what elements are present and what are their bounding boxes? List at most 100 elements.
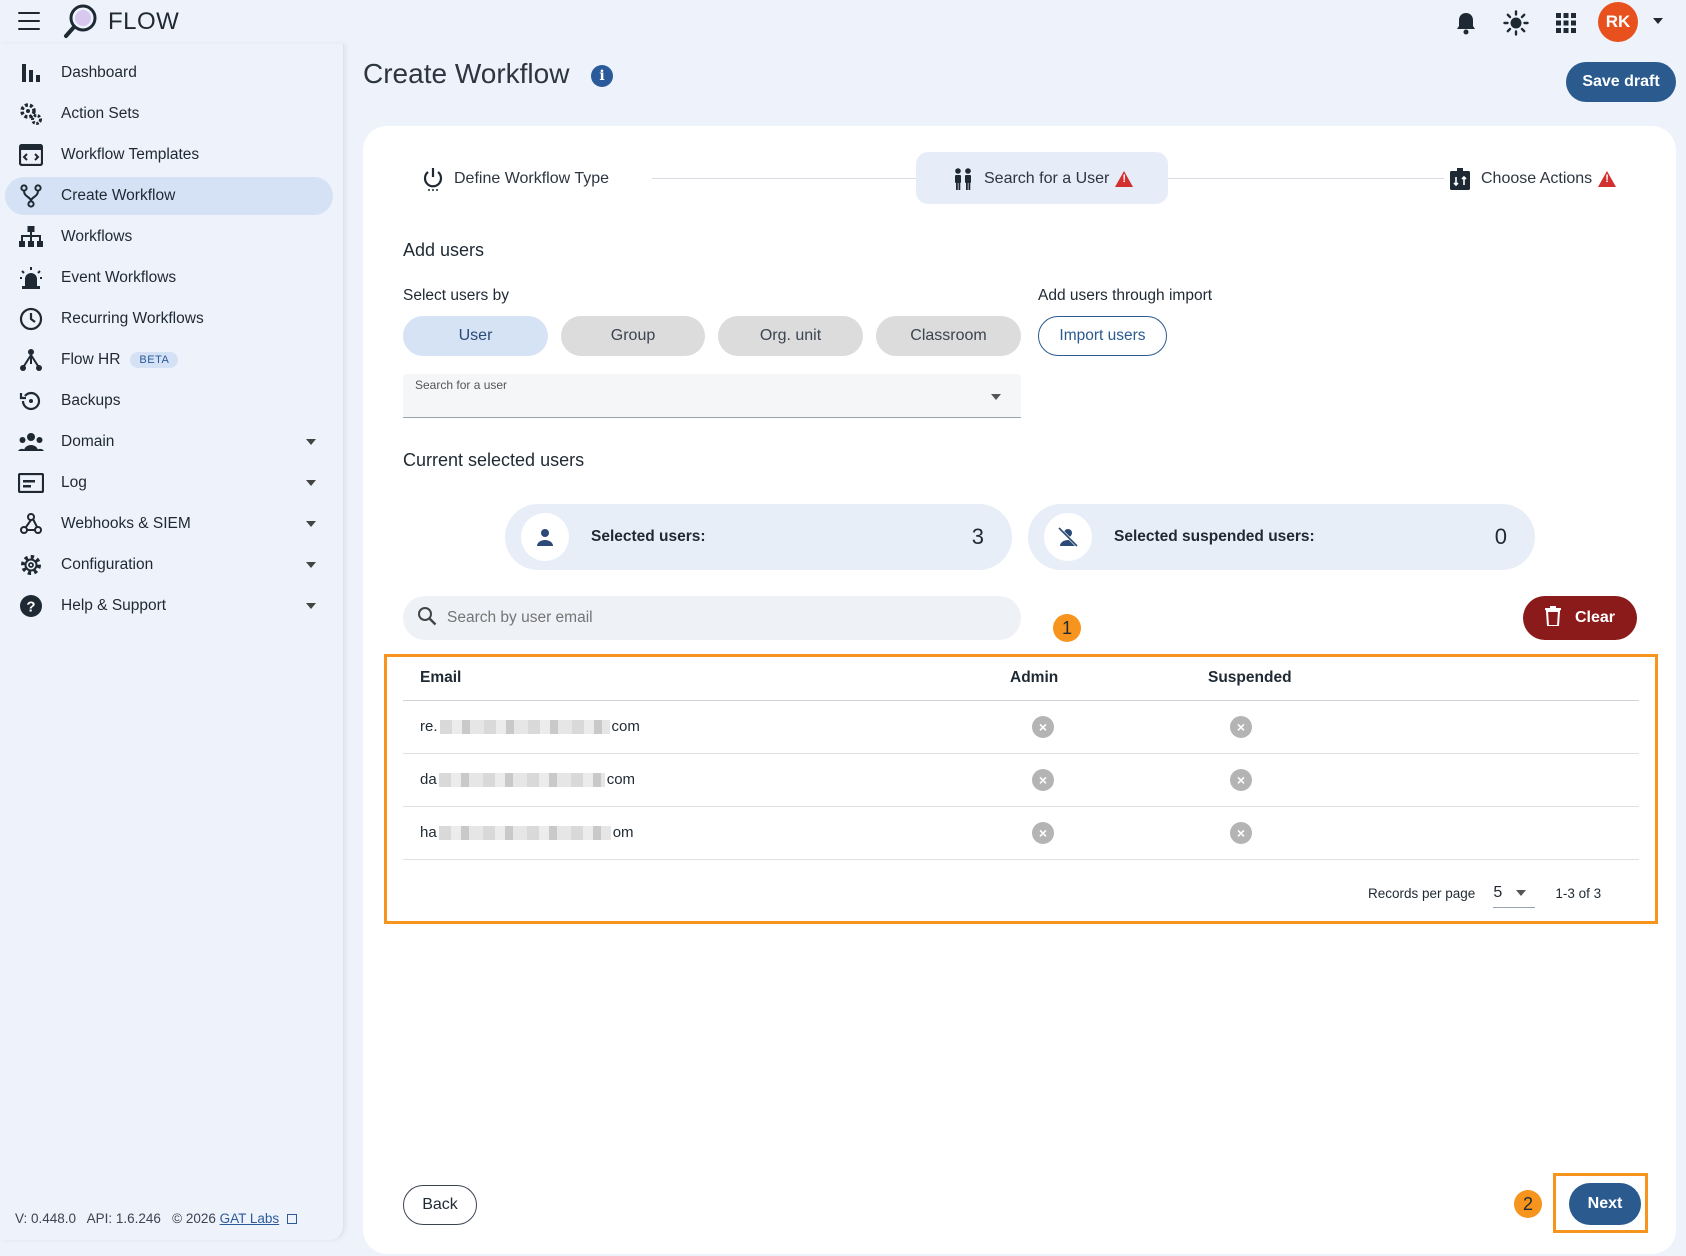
email-end: com	[611, 718, 640, 735]
brand-name: FLOW	[108, 8, 180, 35]
select-by-classroom-button[interactable]: Classroom	[876, 316, 1021, 356]
expand-caret-icon[interactable]	[306, 521, 316, 527]
beta-badge: BETA	[130, 352, 179, 368]
select-by-org-unit-button[interactable]: Org. unit	[718, 316, 863, 356]
dropdown-caret-icon[interactable]	[1516, 889, 1527, 896]
sidebar-item-configuration[interactable]: Configuration	[5, 546, 333, 584]
step-label: Choose Actions	[1481, 170, 1593, 187]
template-icon	[17, 141, 45, 169]
sidebar-item-label: Backups	[61, 392, 121, 409]
add-users-title: Add users	[403, 240, 485, 260]
expand-caret-icon[interactable]	[306, 603, 316, 609]
records-per-page-select[interactable]: 5	[1493, 878, 1536, 908]
sidebar-item-backups[interactable]: Backups	[5, 382, 333, 420]
step-choose-actions[interactable]: Choose Actions	[1447, 166, 1617, 192]
user-search-select[interactable]: Search for a user	[403, 374, 1021, 418]
fork-icon	[17, 182, 45, 210]
flow-logo-icon	[62, 2, 100, 40]
hr-icon	[17, 346, 45, 374]
admin-cell: ×	[1010, 753, 1208, 807]
email-end: om	[612, 824, 634, 841]
clock-icon	[17, 305, 45, 333]
external-link-icon[interactable]	[286, 1214, 297, 1224]
back-button[interactable]: Back	[403, 1185, 477, 1225]
redacted-email	[438, 773, 605, 788]
sidebar-item-label: Workflows	[61, 228, 133, 245]
sidebar-item-webhooks-siem[interactable]: Webhooks & SIEM	[5, 505, 333, 543]
bar-chart-icon	[17, 59, 45, 87]
user-search-label: Search for a user	[415, 378, 508, 392]
expand-caret-icon[interactable]	[306, 480, 316, 486]
sidebar-item-workflow-templates[interactable]: Workflow Templates	[5, 136, 333, 174]
apps-grid-icon[interactable]	[1552, 9, 1580, 37]
sidebar-item-create-workflow[interactable]: Create Workflow	[5, 177, 333, 215]
column-header-admin[interactable]: Admin	[1010, 656, 1208, 701]
email-cell: ha om	[403, 806, 1010, 860]
next-button[interactable]: Next	[1569, 1183, 1641, 1225]
sidebar-item-label: Action Sets	[61, 105, 140, 122]
theme-sun-icon[interactable]	[1502, 9, 1530, 37]
x-circle-icon: ×	[1032, 821, 1054, 844]
annotation-marker-2: 2	[1514, 1190, 1542, 1218]
sidebar-item-label: Webhooks & SIEM	[61, 515, 191, 532]
column-header-email[interactable]: Email	[403, 656, 1010, 701]
sidebar-item-recurring-workflows[interactable]: Recurring Workflows	[5, 300, 333, 338]
sidebar-item-label: Recurring Workflows	[61, 310, 204, 327]
sidebar-item-flow-hr[interactable]: Flow HR BETA	[5, 341, 333, 379]
sidebar-item-dashboard[interactable]: Dashboard	[5, 54, 333, 92]
admin-cell: ×	[1010, 806, 1208, 860]
select-by-user-button[interactable]: User	[403, 316, 548, 356]
user-off-icon	[1044, 513, 1092, 561]
import-users-button[interactable]: Import users	[1038, 316, 1167, 356]
records-range: 1-3 of 3	[1555, 885, 1602, 901]
select-by-group-button[interactable]: Group	[561, 316, 705, 356]
gear-icon	[17, 551, 45, 579]
info-icon[interactable]: i	[591, 65, 613, 87]
user-avatar[interactable]: RK	[1598, 2, 1638, 42]
version-info: V: 0.448.0 API: 1.6.246 © 2026 GAT Labs	[15, 1211, 297, 1226]
page-title: Create Workflow	[363, 58, 570, 89]
menu-toggle-icon[interactable]	[18, 12, 40, 30]
sidebar-item-domain[interactable]: Domain	[5, 423, 333, 461]
email-search-input[interactable]	[447, 609, 987, 627]
clear-button[interactable]: Clear	[1523, 596, 1637, 640]
expand-caret-icon[interactable]	[306, 439, 316, 445]
notifications-bell-icon[interactable]	[1452, 9, 1480, 37]
step-search-for-a-user[interactable]: Search for a User	[950, 166, 1134, 192]
select-users-by-label: Select users by	[403, 287, 509, 304]
expand-caret-icon[interactable]	[306, 562, 316, 568]
svg-text:?: ?	[26, 599, 35, 616]
sidebar-item-label: Workflow Templates	[61, 146, 200, 163]
email-start: ha	[420, 824, 437, 841]
sidebar-item-label: Log	[61, 474, 87, 491]
table-pagination: Records per page 5 1-3 of 3	[1368, 878, 1601, 908]
column-header-suspended[interactable]: Suspended	[1208, 656, 1639, 701]
restore-icon	[17, 387, 45, 415]
sitemap-icon	[17, 223, 45, 251]
table-row[interactable]: re. com × ×	[403, 700, 1639, 754]
power-icon	[420, 166, 446, 192]
sidebar-item-log[interactable]: Log	[5, 464, 333, 502]
email-search-field[interactable]	[403, 596, 1021, 640]
step-define-workflow-type[interactable]: Define Workflow Type	[420, 166, 609, 192]
gat-labs-link[interactable]: GAT Labs	[220, 1211, 280, 1226]
account-menu-caret-icon[interactable]	[1653, 18, 1663, 24]
email-start: re.	[420, 718, 438, 735]
log-icon	[17, 469, 45, 497]
sidebar-item-label: Help & Support	[61, 597, 167, 614]
save-draft-button[interactable]: Save draft	[1566, 62, 1676, 102]
suspended-users-stat: Selected suspended users: 0	[1028, 504, 1535, 570]
help-icon: ?	[17, 592, 45, 620]
sidebar-item-help-support[interactable]: ? Help & Support	[5, 587, 333, 625]
table-row[interactable]: ha om × ×	[403, 806, 1639, 860]
table-header-row: Email Admin Suspended	[403, 656, 1639, 701]
sidebar-item-label: Event Workflows	[61, 269, 177, 286]
sidebar-item-label: Create Workflow	[61, 187, 176, 204]
stepper-connector	[652, 178, 916, 179]
sidebar-item-workflows[interactable]: Workflows	[5, 218, 333, 256]
table-row[interactable]: da com × ×	[403, 753, 1639, 807]
sidebar-item-label: Flow HR	[61, 351, 121, 368]
dropdown-caret-icon[interactable]	[991, 394, 1001, 400]
sidebar-item-action-sets[interactable]: Action Sets	[5, 95, 333, 133]
sidebar-item-event-workflows[interactable]: Event Workflows	[5, 259, 333, 297]
